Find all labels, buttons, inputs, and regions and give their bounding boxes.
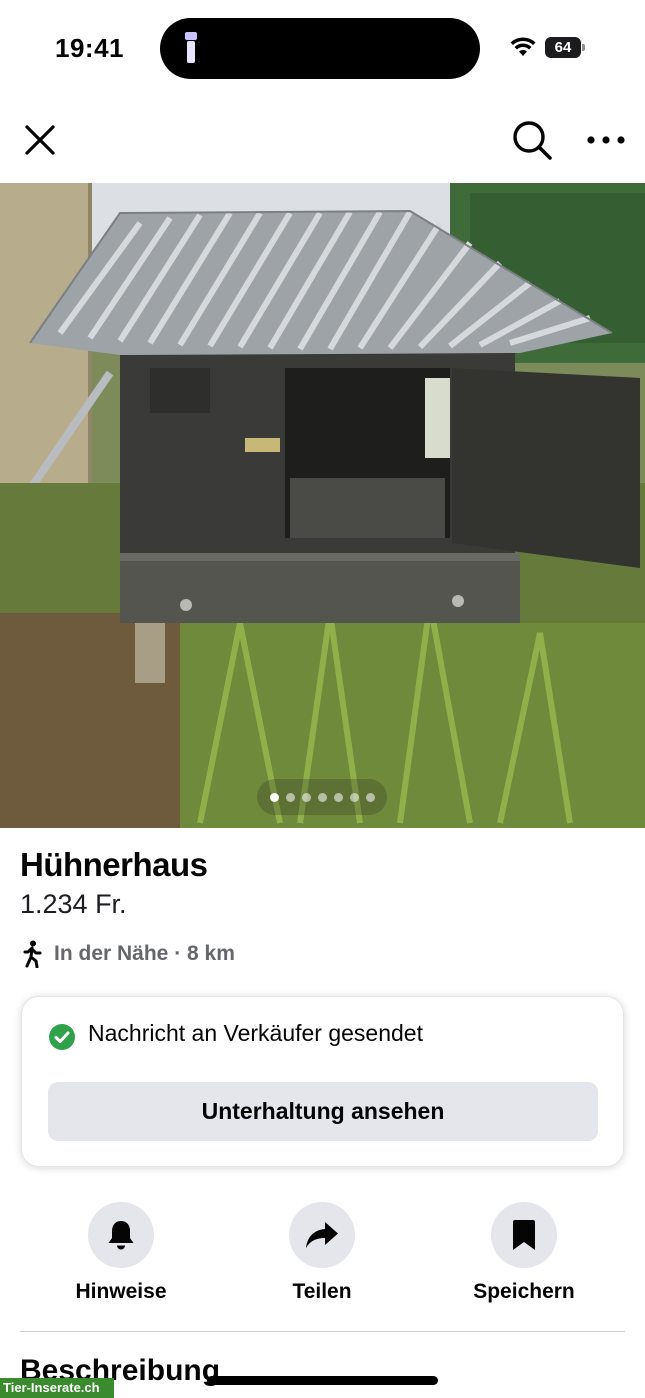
top-nav-bar bbox=[0, 100, 645, 180]
message-sent-card: Nachricht an Verkäufer gesendet Unterhal… bbox=[21, 996, 624, 1167]
flashlight-icon bbox=[185, 32, 197, 63]
listing-photo[interactable] bbox=[0, 183, 645, 828]
status-time: 19:41 bbox=[55, 33, 124, 63]
pagination-dot[interactable] bbox=[317, 792, 327, 802]
listing-title: Hühnerhaus bbox=[20, 846, 208, 883]
dynamic-island bbox=[160, 18, 480, 79]
message-sent-status: Nachricht an Verkäufer gesendet bbox=[88, 1020, 423, 1046]
check-circle-icon bbox=[49, 1024, 75, 1050]
home-indicator[interactable] bbox=[207, 1376, 438, 1385]
pagination-dot[interactable] bbox=[349, 792, 359, 802]
listing-actions: Hinweise Teilen Speichern bbox=[0, 1200, 645, 1310]
battery-level: 64 bbox=[545, 37, 581, 58]
watermark: Tier-Inserate.ch bbox=[0, 1378, 114, 1398]
alerts-action[interactable]: Hinweise bbox=[41, 1200, 201, 1304]
pagination-dot[interactable] bbox=[365, 792, 375, 802]
view-conversation-button[interactable]: Unterhaltung ansehen bbox=[48, 1082, 598, 1141]
status-bar: 19:41 64 bbox=[0, 0, 645, 95]
bookmark-icon bbox=[513, 1220, 535, 1250]
chicken-house-image bbox=[0, 183, 645, 828]
walking-person-icon bbox=[23, 940, 42, 968]
distance-label: In der Nähe · 8 km bbox=[54, 942, 235, 965]
pagination-dot[interactable] bbox=[333, 792, 343, 802]
alerts-button[interactable] bbox=[88, 1202, 154, 1268]
share-label: Teilen bbox=[292, 1280, 352, 1303]
share-icon bbox=[306, 1222, 338, 1248]
save-action[interactable]: Speichern bbox=[444, 1200, 604, 1304]
share-action[interactable]: Teilen bbox=[242, 1200, 402, 1304]
alerts-label: Hinweise bbox=[75, 1280, 167, 1303]
bell-icon bbox=[108, 1221, 134, 1250]
pagination-dot-active[interactable] bbox=[269, 792, 279, 802]
battery-icon: 64 bbox=[545, 37, 585, 58]
save-label: Speichern bbox=[473, 1280, 575, 1303]
pagination-dot[interactable] bbox=[285, 792, 295, 802]
listing-price: 1.234 Fr. bbox=[20, 889, 127, 919]
more-icon[interactable] bbox=[585, 126, 627, 154]
share-button[interactable] bbox=[289, 1202, 355, 1268]
close-icon[interactable] bbox=[20, 120, 60, 160]
photo-pagination[interactable] bbox=[257, 779, 387, 815]
pagination-dot[interactable] bbox=[301, 792, 311, 802]
divider bbox=[20, 1331, 625, 1332]
wifi-icon bbox=[510, 37, 536, 56]
search-icon[interactable] bbox=[510, 118, 554, 162]
save-button[interactable] bbox=[491, 1202, 557, 1268]
listing-distance: In der Nähe · 8 km bbox=[20, 938, 235, 970]
